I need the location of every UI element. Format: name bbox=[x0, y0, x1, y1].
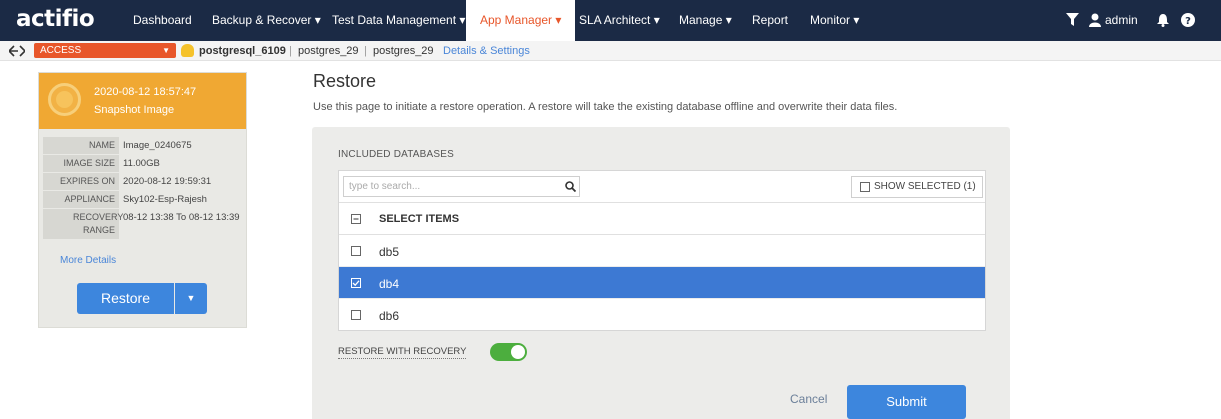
breadcrumb-separator: | bbox=[289, 45, 292, 57]
list-item[interactable]: db6 bbox=[339, 299, 985, 331]
restore-options-button[interactable]: ▼ bbox=[175, 283, 207, 314]
nav-report[interactable]: Report bbox=[738, 0, 802, 41]
item-checkbox[interactable] bbox=[351, 310, 361, 320]
restore-button[interactable]: Restore bbox=[77, 283, 174, 314]
search-icon[interactable] bbox=[565, 181, 577, 195]
list-item[interactable]: db5 bbox=[339, 235, 985, 267]
snapshot-header: 2020-08-12 18:57:47 Snapshot Image bbox=[39, 73, 246, 129]
app-logo[interactable]: actifio bbox=[16, 6, 95, 32]
filter-icon[interactable] bbox=[1066, 13, 1079, 30]
database-name: db4 bbox=[379, 277, 400, 291]
toggle-knob bbox=[511, 345, 525, 359]
chevron-down-icon: ▼ bbox=[186, 293, 196, 303]
meta-value: 08-12 13:38 To 08-12 13:39 bbox=[123, 212, 240, 223]
restore-with-recovery-toggle[interactable] bbox=[490, 343, 527, 361]
nav-app-manager[interactable]: App Manager ▾ bbox=[466, 0, 576, 41]
snapshot-card: 2020-08-12 18:57:47 Snapshot Image NAME … bbox=[38, 72, 247, 328]
meta-value: Image_0240675 bbox=[123, 140, 192, 151]
details-settings-link[interactable]: Details & Settings bbox=[443, 41, 530, 61]
snapshot-datetime: 2020-08-12 18:57:47 bbox=[94, 86, 197, 98]
breadcrumb: ACCESS ▼ postgresql_6109 | postgres_29 |… bbox=[0, 41, 1221, 61]
breadcrumb-app-name[interactable]: postgresql_6109 bbox=[199, 41, 286, 61]
select-all-checkbox[interactable] bbox=[351, 214, 361, 224]
meta-key: RECOVERY RANGE bbox=[43, 209, 123, 239]
show-selected-checkbox[interactable] bbox=[860, 182, 870, 192]
nav-test-data-management[interactable]: Test Data Management ▾ bbox=[318, 0, 479, 41]
list-header: SELECT ITEMS bbox=[339, 203, 985, 235]
svg-text:?: ? bbox=[1185, 16, 1191, 27]
snapshot-icon bbox=[48, 83, 81, 116]
breadcrumb-host[interactable]: postgres_29 bbox=[298, 41, 359, 61]
submit-button[interactable]: Submit bbox=[847, 385, 966, 419]
nav-dashboard[interactable]: Dashboard bbox=[119, 0, 206, 41]
show-selected-label: SHOW SELECTED (1) bbox=[874, 181, 976, 192]
restore-with-recovery-label: RESTORE WITH RECOVERY bbox=[338, 346, 467, 359]
meta-value: 11.00GB bbox=[123, 158, 160, 169]
nav-manage[interactable]: Manage ▾ bbox=[665, 0, 746, 41]
meta-key: EXPIRES ON bbox=[43, 173, 119, 190]
database-name: db6 bbox=[379, 309, 400, 323]
meta-key: IMAGE SIZE bbox=[43, 155, 119, 172]
page-description: Use this page to initiate a restore oper… bbox=[313, 101, 898, 113]
restore-panel: INCLUDED DATABASES type to search... SHO… bbox=[312, 127, 1010, 419]
show-selected-button[interactable]: SHOW SELECTED (1) bbox=[851, 176, 983, 198]
select-items-label: SELECT ITEMS bbox=[379, 213, 460, 225]
meta-value: Sky102-Esp-Rajesh bbox=[123, 194, 207, 205]
search-input[interactable]: type to search... bbox=[343, 176, 580, 197]
search-row: type to search... SHOW SELECTED (1) bbox=[339, 171, 985, 203]
database-name: db5 bbox=[379, 245, 400, 259]
meta-key: NAME bbox=[43, 137, 119, 154]
breadcrumb-instance[interactable]: postgres_29 bbox=[373, 41, 434, 61]
meta-value: 2020-08-12 19:59:31 bbox=[123, 176, 212, 187]
help-icon[interactable]: ? bbox=[1181, 13, 1195, 30]
database-list: type to search... SHOW SELECTED (1) SELE… bbox=[338, 170, 986, 331]
meta-key: APPLIANCE bbox=[43, 191, 119, 208]
item-checkbox[interactable] bbox=[351, 246, 361, 256]
nav-sla-architect[interactable]: SLA Architect ▾ bbox=[565, 0, 674, 41]
bell-icon[interactable] bbox=[1157, 13, 1169, 30]
item-checkbox[interactable] bbox=[351, 278, 361, 288]
back-arrow-icon[interactable] bbox=[7, 45, 27, 60]
snapshot-type: Snapshot Image bbox=[94, 104, 175, 116]
database-icon bbox=[181, 44, 194, 57]
top-nav: actifio Dashboard Backup & Recover ▾ Tes… bbox=[0, 0, 1221, 41]
included-databases-label: INCLUDED DATABASES bbox=[338, 149, 455, 160]
nav-backup-recover[interactable]: Backup & Recover ▾ bbox=[198, 0, 335, 41]
more-details-link[interactable]: More Details bbox=[60, 255, 116, 266]
breadcrumb-separator: | bbox=[364, 45, 367, 57]
list-item[interactable]: db4 bbox=[339, 267, 985, 299]
user-icon[interactable] bbox=[1089, 13, 1101, 30]
access-select-value: ACCESS bbox=[40, 45, 82, 56]
page-title: Restore bbox=[313, 71, 377, 91]
user-name[interactable]: admin bbox=[1105, 0, 1138, 41]
cancel-button[interactable]: Cancel bbox=[790, 392, 827, 406]
access-select[interactable]: ACCESS ▼ bbox=[34, 43, 176, 58]
nav-monitor[interactable]: Monitor ▾ bbox=[796, 0, 873, 41]
chevron-down-icon: ▼ bbox=[162, 46, 170, 55]
